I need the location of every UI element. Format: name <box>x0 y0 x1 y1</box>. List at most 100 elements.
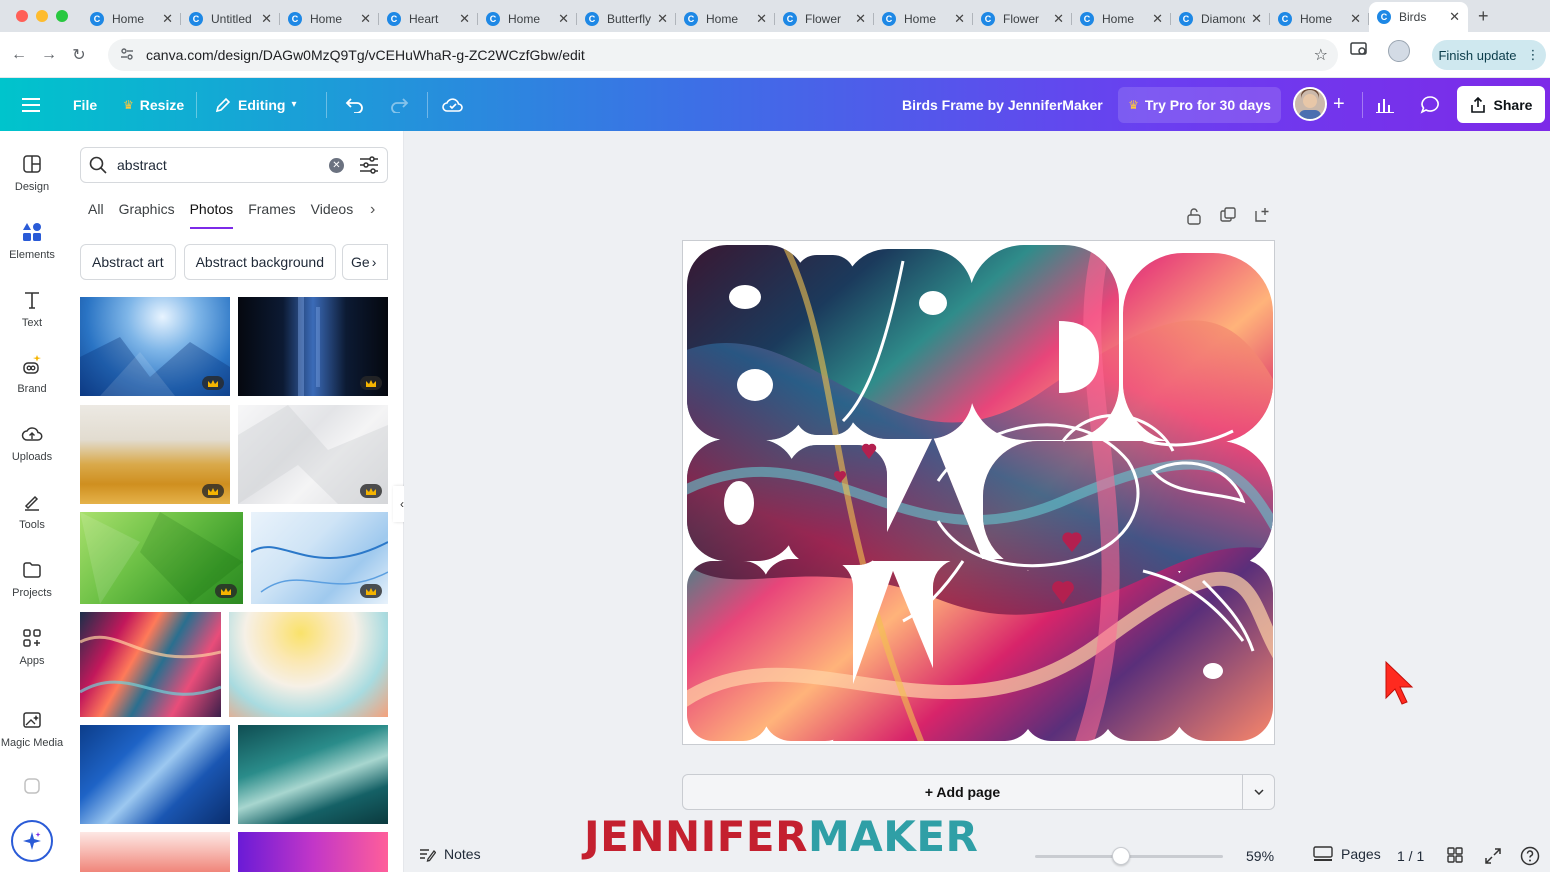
chip-abstract-art[interactable]: Abstract art <box>80 244 176 280</box>
site-settings-icon[interactable] <box>120 47 134 64</box>
browser-tab[interactable]: C Untitled ✕ <box>181 6 280 32</box>
browser-tab[interactable]: C Home ✕ <box>676 6 775 32</box>
file-menu-button[interactable]: File <box>73 78 97 131</box>
photo-thumbnail[interactable] <box>80 512 243 604</box>
tab-videos[interactable]: Videos <box>311 201 354 229</box>
bookmark-star-icon[interactable]: ☆ <box>1314 45 1328 65</box>
browser-tab[interactable]: C Home ✕ <box>1270 6 1369 32</box>
filter-settings-icon[interactable] <box>359 156 379 179</box>
browser-tab[interactable]: C Flower ✕ <box>775 6 874 32</box>
photo-thumbnail[interactable] <box>238 405 388 504</box>
browser-tab[interactable]: C Flower ✕ <box>973 6 1072 32</box>
browser-tab[interactable]: C Home ✕ <box>478 6 577 32</box>
photo-thumbnail[interactable] <box>80 725 230 824</box>
undo-button[interactable] <box>345 78 365 131</box>
lock-icon[interactable] <box>1186 207 1202 230</box>
close-tab-icon[interactable]: ✕ <box>1053 11 1064 27</box>
search-input[interactable] <box>117 157 317 173</box>
close-tab-icon[interactable]: ✕ <box>855 11 866 27</box>
rail-item-design[interactable]: Design <box>0 153 64 193</box>
document-title[interactable]: Birds Frame by JenniferMaker <box>902 78 1103 131</box>
help-icon[interactable] <box>1520 846 1540 871</box>
close-tab-icon[interactable]: ✕ <box>1251 11 1262 27</box>
maximize-window-button[interactable] <box>56 10 68 22</box>
close-tab-icon[interactable]: ✕ <box>261 11 272 27</box>
main-menu-button[interactable] <box>22 78 40 131</box>
rail-item-magic-media[interactable]: Magic Media <box>0 709 64 749</box>
photo-thumbnail[interactable] <box>80 297 230 396</box>
photo-thumbnail[interactable] <box>238 832 388 872</box>
rail-item-uploads[interactable]: Uploads <box>0 423 64 463</box>
redo-button[interactable] <box>389 78 409 131</box>
canva-assistant-button[interactable] <box>11 820 53 862</box>
browser-tab-active[interactable]: C Birds ✕ <box>1369 2 1468 32</box>
user-avatar[interactable] <box>1293 87 1327 121</box>
browser-tab[interactable]: C Home ✕ <box>1072 6 1171 32</box>
tab-frames[interactable]: Frames <box>248 201 295 229</box>
clear-search-icon[interactable]: ✕ <box>329 158 344 173</box>
rail-item-projects[interactable]: Projects <box>0 559 64 599</box>
cast-icon[interactable] <box>1350 41 1368 62</box>
browser-tab[interactable]: C Heart ✕ <box>379 6 478 32</box>
close-tab-icon[interactable]: ✕ <box>1449 9 1460 25</box>
close-tab-icon[interactable]: ✕ <box>954 11 965 27</box>
comments-button[interactable] <box>1412 87 1448 123</box>
finish-update-button[interactable]: Finish update ⋮ <box>1432 40 1546 70</box>
notes-button[interactable]: Notes <box>418 846 481 862</box>
close-tab-icon[interactable]: ✕ <box>459 11 470 27</box>
tab-graphics[interactable]: Graphics <box>119 201 175 229</box>
search-box[interactable]: ✕ <box>80 147 388 183</box>
photo-thumbnail[interactable] <box>80 832 230 872</box>
editing-mode-button[interactable]: Editing ▾ <box>214 78 296 131</box>
birds-of-a-feather-artwork[interactable] <box>683 241 1275 745</box>
chevron-down-icon[interactable] <box>1242 775 1274 809</box>
tab-all[interactable]: All <box>88 201 104 229</box>
profile-avatar-icon[interactable] <box>1388 40 1410 62</box>
grid-view-icon[interactable] <box>1447 847 1463 868</box>
zoom-slider-handle[interactable] <box>1112 847 1130 865</box>
reload-icon[interactable]: ↻ <box>64 45 94 65</box>
try-pro-button[interactable]: ♛ Try Pro for 30 days <box>1118 87 1281 123</box>
rail-item-elements[interactable]: Elements <box>0 221 64 261</box>
close-tab-icon[interactable]: ✕ <box>1152 11 1163 27</box>
forward-arrow-icon[interactable]: → <box>34 46 64 64</box>
rail-item-apps[interactable]: Apps <box>0 627 64 667</box>
browser-tab[interactable]: C Home ✕ <box>874 6 973 32</box>
photo-thumbnail[interactable] <box>229 612 388 717</box>
photo-thumbnail[interactable] <box>80 405 230 504</box>
close-tab-icon[interactable]: ✕ <box>1350 11 1361 27</box>
photo-thumbnail[interactable] <box>238 297 388 396</box>
add-page-button[interactable]: + Add page <box>683 784 1242 800</box>
chevron-right-icon[interactable]: › <box>370 201 375 219</box>
rail-item-tools[interactable]: Tools <box>0 491 64 531</box>
close-window-button[interactable] <box>16 10 28 22</box>
photo-thumbnail[interactable] <box>251 512 388 604</box>
browser-tab[interactable]: C Butterfly ✕ <box>577 6 676 32</box>
duplicate-page-icon[interactable] <box>1220 207 1236 230</box>
url-field[interactable]: canva.com/design/DAGw0MzQ9Tg/vCEHuWhaR-g… <box>108 39 1338 71</box>
rail-item-brand[interactable]: Brand <box>0 355 64 395</box>
close-tab-icon[interactable]: ✕ <box>756 11 767 27</box>
chip-partial[interactable]: Ge › <box>342 244 388 280</box>
pages-button[interactable]: Pages <box>1313 846 1381 862</box>
back-arrow-icon[interactable]: ← <box>4 46 34 64</box>
cloud-save-button[interactable] <box>442 78 464 131</box>
close-tab-icon[interactable]: ✕ <box>360 11 371 27</box>
browser-tab[interactable]: C Home ✕ <box>82 6 181 32</box>
minimize-window-button[interactable] <box>36 10 48 22</box>
browser-tab[interactable]: C Home ✕ <box>280 6 379 32</box>
browser-tab[interactable]: C Diamond ✕ <box>1171 6 1270 32</box>
rail-item-text[interactable]: Text <box>0 289 64 329</box>
add-page-icon[interactable] <box>1254 207 1270 230</box>
more-apps-icon[interactable] <box>22 776 42 801</box>
fullscreen-icon[interactable] <box>1484 847 1502 870</box>
close-tab-icon[interactable]: ✕ <box>657 11 668 27</box>
add-collaborator-button[interactable]: + <box>1333 78 1345 131</box>
resize-button[interactable]: ♛ Resize <box>123 78 184 131</box>
design-canvas[interactable] <box>682 240 1275 745</box>
photo-thumbnail[interactable] <box>238 725 388 824</box>
insights-button[interactable] <box>1367 87 1403 123</box>
share-button[interactable]: Share <box>1457 86 1545 123</box>
zoom-percent[interactable]: 59% <box>1246 848 1274 864</box>
close-tab-icon[interactable]: ✕ <box>162 11 173 27</box>
